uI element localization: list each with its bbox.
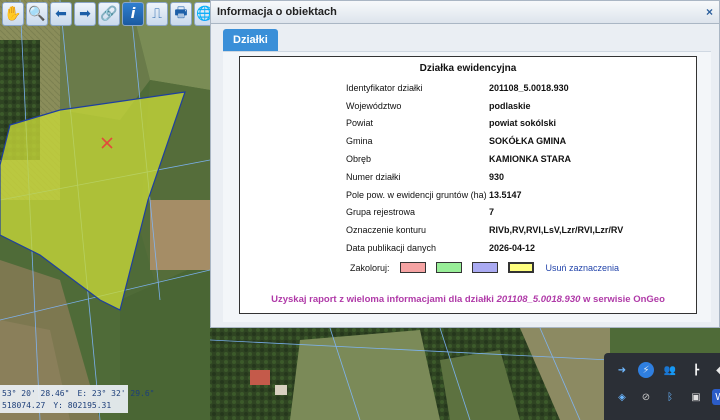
row-value: podlaskie — [489, 100, 531, 111]
row-value: SOKÓŁKA GMINA — [489, 136, 567, 147]
word-icon[interactable]: W — [712, 389, 720, 405]
back-arrow-icon[interactable]: ⬅ — [50, 2, 72, 26]
measure-icon[interactable]: ⎍ — [146, 2, 168, 26]
info-row: Województwo podlaskie — [346, 97, 623, 115]
row-value: 2026-04-12 — [489, 243, 536, 254]
lon-dms: E: 23° 32' 29.6" — [77, 388, 155, 398]
coordinates-readout: 53° 20' 28.46" E: 23° 32' 29.6" 518074.27… — [0, 385, 155, 413]
row-label: Województwo — [346, 100, 402, 111]
close-icon[interactable]: × — [706, 5, 713, 19]
system-tray: ➜ ⚡ 👥 ┣ ◆ ◈ ⊘ ᛒ ▣ W — [604, 353, 720, 420]
dropbox-icon[interactable]: ◈ — [614, 389, 630, 405]
info-row: Gmina SOKÓŁKA GMINA — [346, 132, 623, 150]
row-value: powiat sokólski — [489, 118, 557, 129]
link-icon[interactable]: 🔗 — [98, 2, 120, 26]
row-label: Identyfikator działki — [346, 82, 423, 93]
row-value: 13.5147 — [489, 189, 522, 200]
row-label: Obręb — [346, 154, 372, 165]
row-label: Grupa rejestrowa — [346, 207, 416, 218]
lat-dms: 53° 20' 28.46" — [2, 388, 70, 398]
info-header: Działka ewidencyjna — [419, 63, 517, 74]
bolt-icon[interactable]: ⚡ — [638, 362, 654, 378]
row-label: Powiat — [346, 118, 374, 129]
parcel-info-box: Działka ewidencyjna Identyfikator działk… — [239, 56, 697, 314]
row-value: 7 — [489, 207, 495, 218]
ongeo-report-link[interactable]: Uzyskaj raport z wieloma informacjami dl… — [240, 294, 696, 305]
info-row: Grupa rejestrowa 7 — [346, 204, 623, 222]
bluetooth-icon[interactable]: ᛒ — [662, 389, 678, 405]
coord-x: 518074.27 — [2, 400, 46, 410]
report-suffix: w serwisie OnGeo — [580, 294, 665, 305]
info-row: Identyfikator działki 201108_5.0018.930 — [346, 79, 623, 97]
tab-panel: Działka ewidencyjna Identyfikator działk… — [223, 51, 711, 322]
colour-label: Zakoloruj: — [350, 262, 390, 273]
map-toolbar: ✋ 🔍 ⬅ ➡ 🔗 i ⎍ 🖶 🌐 — [0, 0, 218, 34]
people-icon[interactable]: 👥 — [662, 362, 678, 378]
arrow-icon[interactable]: ➜ — [614, 362, 630, 378]
row-label: Gmina — [346, 136, 373, 147]
row-value: 201108_5.0018.930 — [489, 82, 569, 93]
row-label: Numer działki — [346, 171, 401, 182]
forward-arrow-icon[interactable]: ➡ — [74, 2, 96, 26]
info-row: Powiat powiat sokólski — [346, 115, 623, 133]
row-label: Data publikacji danych — [346, 243, 437, 254]
camera-icon[interactable]: ▣ — [688, 389, 704, 405]
info-row: Obręb KAMIONKA STARA — [346, 150, 623, 168]
print-icon[interactable]: 🖶 — [170, 2, 192, 26]
report-prefix: Uzyskaj raport z wieloma informacjami dl… — [271, 294, 497, 305]
swatch-blue[interactable] — [471, 262, 498, 273]
info-rows: Identyfikator działki 201108_5.0018.930 W… — [346, 79, 623, 257]
row-value: RIVb,RV,RVI,LsV,Lzr/RVI,Lzr/RV — [489, 225, 624, 236]
wifi-off-icon[interactable]: ⊘ — [638, 389, 654, 405]
pan-hand-icon[interactable]: ✋ — [2, 2, 24, 26]
row-value: KAMIONKA STARA — [489, 154, 571, 165]
info-row: Numer działki 930 — [346, 168, 623, 186]
dialog-title: Informacja o obiektach — [217, 6, 337, 18]
colour-picker: Zakoloruj: Usuń zaznaczenia — [350, 262, 619, 273]
info-row: Oznaczenie konturu RIVb,RV,RVI,LsV,Lzr/RV… — [346, 221, 623, 239]
pin-icon[interactable]: ┣ — [688, 362, 704, 378]
object-info-dialog: Informacja o obiektach × Działki Działka… — [210, 0, 720, 328]
info-icon[interactable]: i — [122, 2, 144, 26]
swatch-red[interactable] — [399, 262, 426, 273]
dialog-titlebar[interactable]: Informacja o obiektach × — [211, 1, 719, 24]
clear-selection-link[interactable]: Usuń zaznaczenia — [546, 263, 620, 273]
row-label: Oznaczenie konturu — [346, 225, 427, 236]
tab-bar: Działki — [223, 29, 278, 51]
tab-dzialki[interactable]: Działki — [223, 29, 278, 51]
info-row: Data publikacji danych 2026-04-12 — [346, 239, 623, 257]
shield-icon[interactable]: ◆ — [712, 362, 720, 378]
row-value: 930 — [489, 171, 505, 182]
row-label: Pole pow. w ewidencji gruntów (ha) — [346, 189, 487, 200]
zoom-icon[interactable]: 🔍 — [26, 2, 48, 26]
swatch-yellow[interactable] — [507, 262, 534, 273]
coord-y: Y: 802195.31 — [53, 400, 112, 410]
info-row: Pole pow. w ewidencji gruntów (ha) 13.514… — [346, 186, 623, 204]
report-parcel-id: 201108_5.0018.930 — [496, 294, 581, 305]
swatch-green[interactable] — [435, 262, 462, 273]
